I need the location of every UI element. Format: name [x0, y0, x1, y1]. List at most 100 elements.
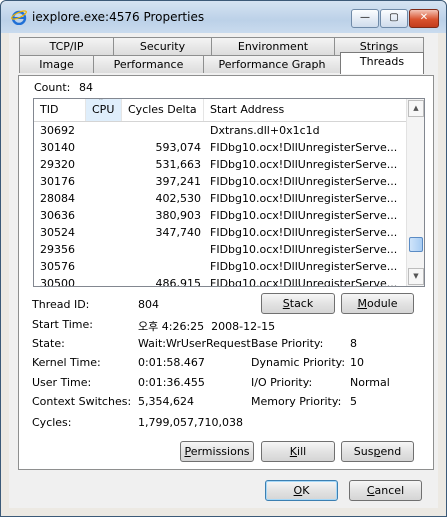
table-row[interactable]: 30524 347,740 FIDbg10.ocx!DllUnregisterSer…: [34, 224, 406, 241]
thread-tid-cell: 29320: [40, 158, 75, 171]
table-row[interactable]: 30500 486,915 FIDbg10.ocx!DllUnregisterSer…: [34, 275, 406, 287]
thread-id-label: Thread ID:: [32, 298, 90, 311]
column-header-start-address[interactable]: Start Address: [204, 99, 406, 121]
vertical-scrollbar[interactable]: ▲ ▼: [406, 99, 424, 286]
memory-priority-label: Memory Priority:: [251, 395, 342, 408]
button-label: ancel: [374, 484, 405, 497]
accelerator-key: K: [289, 445, 298, 458]
button-label: ill: [297, 445, 307, 458]
table-row[interactable]: 30692 Dxtrans.dll+0x1c1d: [34, 122, 406, 139]
module-button[interactable]: Module: [341, 293, 414, 314]
base-priority-value: 8: [350, 337, 357, 350]
start-time-label: Start Time:: [32, 318, 93, 331]
state-value: Wait:WrUserRequest: [138, 337, 251, 350]
table-row[interactable]: 30140 593,074 FIDbg10.ocx!DllUnregisterSer…: [34, 139, 406, 156]
tab-performance-graph[interactable]: Performance Graph: [203, 55, 341, 73]
list-header: TID ⌃ CPU Cycles Delta Start Address: [34, 99, 406, 122]
tab-security[interactable]: Security: [113, 37, 212, 55]
column-label: Cycles Delta: [128, 103, 197, 116]
suspend-button[interactable]: Suspend: [341, 441, 414, 462]
permissions-button[interactable]: Permissions: [180, 441, 254, 462]
button-label: ermissions: [190, 445, 250, 458]
table-row[interactable]: 28084 402,530 FIDbg10.ocx!DllUnregisterSer…: [34, 190, 406, 207]
maximize-button[interactable]: ▢: [380, 9, 408, 28]
tab-label: Environment: [237, 40, 309, 53]
table-row[interactable]: 30576 FIDbg10.ocx!DllUnregisterServe...: [34, 258, 406, 275]
minimize-button[interactable]: —: [351, 9, 379, 28]
tab-label: Image: [39, 58, 74, 71]
cycles-label: Cycles:: [32, 416, 72, 429]
start-address-cell: FIDbg10.ocx!DllUnregisterServe...: [210, 192, 398, 205]
stack-button[interactable]: Stack: [261, 293, 335, 314]
thread-tid-cell: 30140: [40, 141, 75, 154]
column-label: TID: [40, 103, 59, 116]
table-row[interactable]: 29356 FIDbg10.ocx!DllUnregisterServe...: [34, 241, 406, 258]
start-address-cell: FIDbg10.ocx!DllUnregisterServe...: [210, 260, 398, 273]
thread-id-value: 804: [138, 298, 159, 311]
tab-image[interactable]: Image: [19, 55, 94, 73]
tab-tcpip[interactable]: TCP/IP: [19, 37, 114, 55]
cycles-delta-cell: 531,663: [155, 158, 202, 171]
user-time-value: 0:01:36.455: [138, 376, 205, 389]
thread-tid-cell: 30176: [40, 175, 75, 188]
start-address-cell: FIDbg10.ocx!DllUnregisterServe...: [210, 158, 398, 171]
cycles-delta-cell: 347,740: [155, 226, 202, 239]
tab-environment[interactable]: Environment: [211, 37, 335, 55]
ok-button[interactable]: OK: [265, 480, 338, 501]
table-row[interactable]: 30176 397,241 FIDbg10.ocx!DllUnregisterSer…: [34, 173, 406, 190]
io-priority-label: I/O Priority:: [251, 376, 313, 389]
title-bar[interactable]: iexplore.exe:4576 Properties — ▢ ✕: [1, 1, 446, 33]
threads-list[interactable]: TID ⌃ CPU Cycles Delta Start Address 3069…: [33, 98, 425, 287]
minimize-icon: —: [360, 12, 370, 23]
sort-ascending-icon: ⌃: [98, 98, 104, 105]
scrollbar-thumb[interactable]: [409, 237, 423, 252]
dynamic-priority-label: Dynamic Priority:: [251, 356, 346, 369]
state-label: State:: [32, 337, 65, 350]
dynamic-priority-value: 10: [350, 356, 364, 369]
cycles-delta-cell: 380,903: [155, 209, 202, 222]
column-header-tid[interactable]: TID: [34, 99, 86, 121]
close-button[interactable]: ✕: [409, 9, 439, 28]
accelerator-key: M: [357, 297, 367, 310]
button-label: odule: [366, 297, 398, 310]
start-address-cell: FIDbg10.ocx!DllUnregisterServe...: [210, 243, 398, 256]
scroll-up-button[interactable]: ▲: [408, 100, 424, 117]
context-switches-value: 5,354,624: [138, 395, 194, 408]
thread-tid-cell: 29356: [40, 243, 75, 256]
close-icon: ✕: [419, 12, 429, 23]
count-label: Count:: [34, 81, 71, 94]
column-label: Start Address: [210, 103, 285, 116]
start-address-cell: FIDbg10.ocx!DllUnregisterServe...: [210, 277, 398, 287]
accelerator-key: S: [282, 297, 290, 310]
kill-button[interactable]: Kill: [261, 441, 335, 462]
start-address-cell: FIDbg10.ocx!DllUnregisterServe...: [210, 209, 398, 222]
start-address-cell: FIDbg10.ocx!DllUnregisterServe...: [210, 226, 398, 239]
column-header-cpu[interactable]: ⌃ CPU: [86, 99, 122, 121]
start-address-cell: FIDbg10.ocx!DllUnregisterServe...: [210, 175, 398, 188]
tab-performance[interactable]: Performance: [93, 55, 204, 73]
cancel-button[interactable]: Cancel: [349, 480, 422, 501]
accelerator-key: C: [366, 484, 375, 497]
thread-tid-cell: 30500: [40, 277, 75, 287]
thread-tid-cell: 30524: [40, 226, 75, 239]
context-switches-label: Context Switches:: [32, 395, 132, 408]
tab-threads[interactable]: Threads: [340, 52, 424, 74]
scroll-down-button[interactable]: ▼: [408, 268, 424, 285]
thread-tid-cell: 30636: [40, 209, 75, 222]
column-header-cycles-delta[interactable]: Cycles Delta: [122, 99, 204, 121]
table-row[interactable]: 30636 380,903 FIDbg10.ocx!DllUnregisterSer…: [34, 207, 406, 224]
cycles-delta-cell: 397,241: [155, 175, 202, 188]
cycles-delta-cell: 486,915: [155, 277, 202, 287]
kernel-time-label: Kernel Time:: [32, 356, 101, 369]
tab-label: TCP/IP: [49, 40, 84, 53]
tab-label: Security: [139, 40, 186, 53]
chevron-down-icon: ▼: [413, 272, 419, 280]
tab-label: Threads: [359, 55, 405, 68]
button-label: tack: [289, 297, 314, 310]
thread-tid-cell: 28084: [40, 192, 75, 205]
memory-priority-value: 5: [350, 395, 357, 408]
button-label: end: [380, 445, 402, 458]
start-address-cell: Dxtrans.dll+0x1c1d: [210, 124, 320, 137]
table-row[interactable]: 29320 531,663 FIDbg10.ocx!DllUnregisterSer…: [34, 156, 406, 173]
user-time-label: User Time:: [32, 376, 92, 389]
